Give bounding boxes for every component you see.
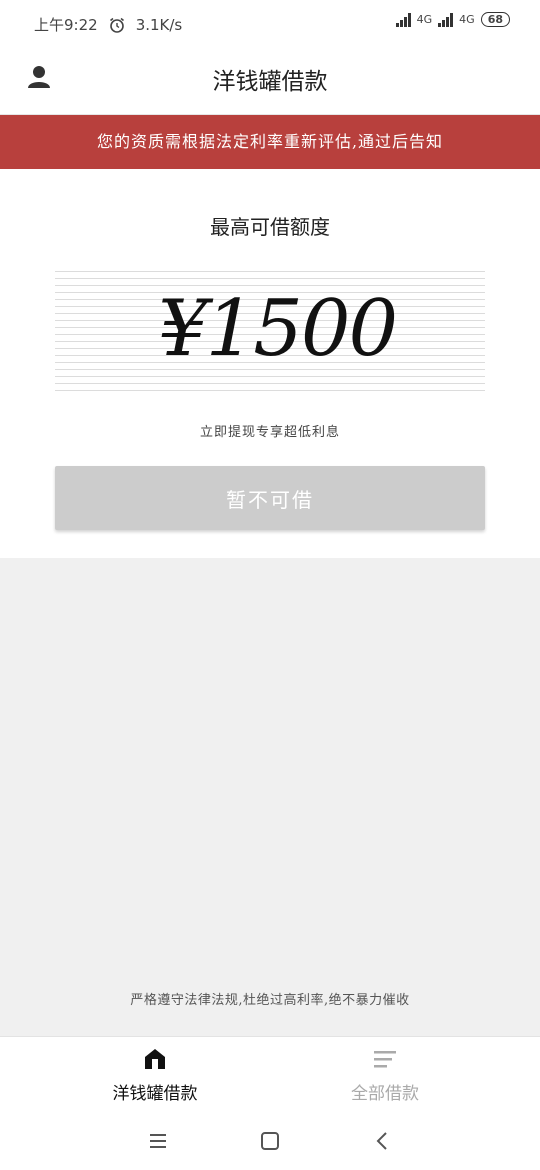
credit-caption: 最高可借额度 bbox=[210, 215, 330, 239]
square-home-icon[interactable] bbox=[257, 1128, 283, 1154]
network-type-2: 4G bbox=[459, 13, 475, 26]
list-icon bbox=[374, 1051, 396, 1068]
credit-amount: ¥1500 bbox=[158, 284, 398, 374]
notice-banner: 您的资质需根据法定利率重新评估,通过后告知 bbox=[0, 115, 540, 169]
app-header: 洋钱罐借款 bbox=[0, 46, 540, 115]
network-type-1: 4G bbox=[416, 13, 433, 26]
status-bar: 上午9:22 3.1K/s 4G 4G 68 bbox=[0, 0, 540, 46]
battery-indicator: 68 bbox=[480, 12, 510, 27]
status-time: 上午9:22 bbox=[34, 16, 98, 34]
signal-icon bbox=[395, 12, 411, 27]
network-speed: 3.1K/s bbox=[135, 15, 183, 34]
bottom-tab-bar: 洋钱罐借款 全部借款 bbox=[0, 1036, 540, 1113]
tab-all-loans-label: 全部借款 bbox=[351, 1084, 419, 1104]
alarm-icon bbox=[109, 17, 124, 33]
home-icon bbox=[145, 1049, 165, 1069]
credit-subtitle: 立即提现专享超低利息 bbox=[199, 425, 340, 440]
tab-all-loans[interactable]: 全部借款 bbox=[250, 1037, 520, 1113]
borrow-button[interactable]: 暂不可借 bbox=[55, 466, 485, 530]
signal-icon-2 bbox=[438, 12, 454, 27]
compliance-note: 严格遵守法律法规,杜绝过高利率,绝不暴力催收 bbox=[130, 993, 410, 1008]
system-nav-bar bbox=[0, 1112, 540, 1170]
menu-icon[interactable] bbox=[145, 1128, 171, 1154]
page-title: 洋钱罐借款 bbox=[212, 69, 328, 95]
credit-card: 最高可借额度 ¥1500 立即提现专享超低利息 暂不可借 bbox=[0, 169, 540, 558]
back-icon[interactable] bbox=[370, 1128, 396, 1154]
